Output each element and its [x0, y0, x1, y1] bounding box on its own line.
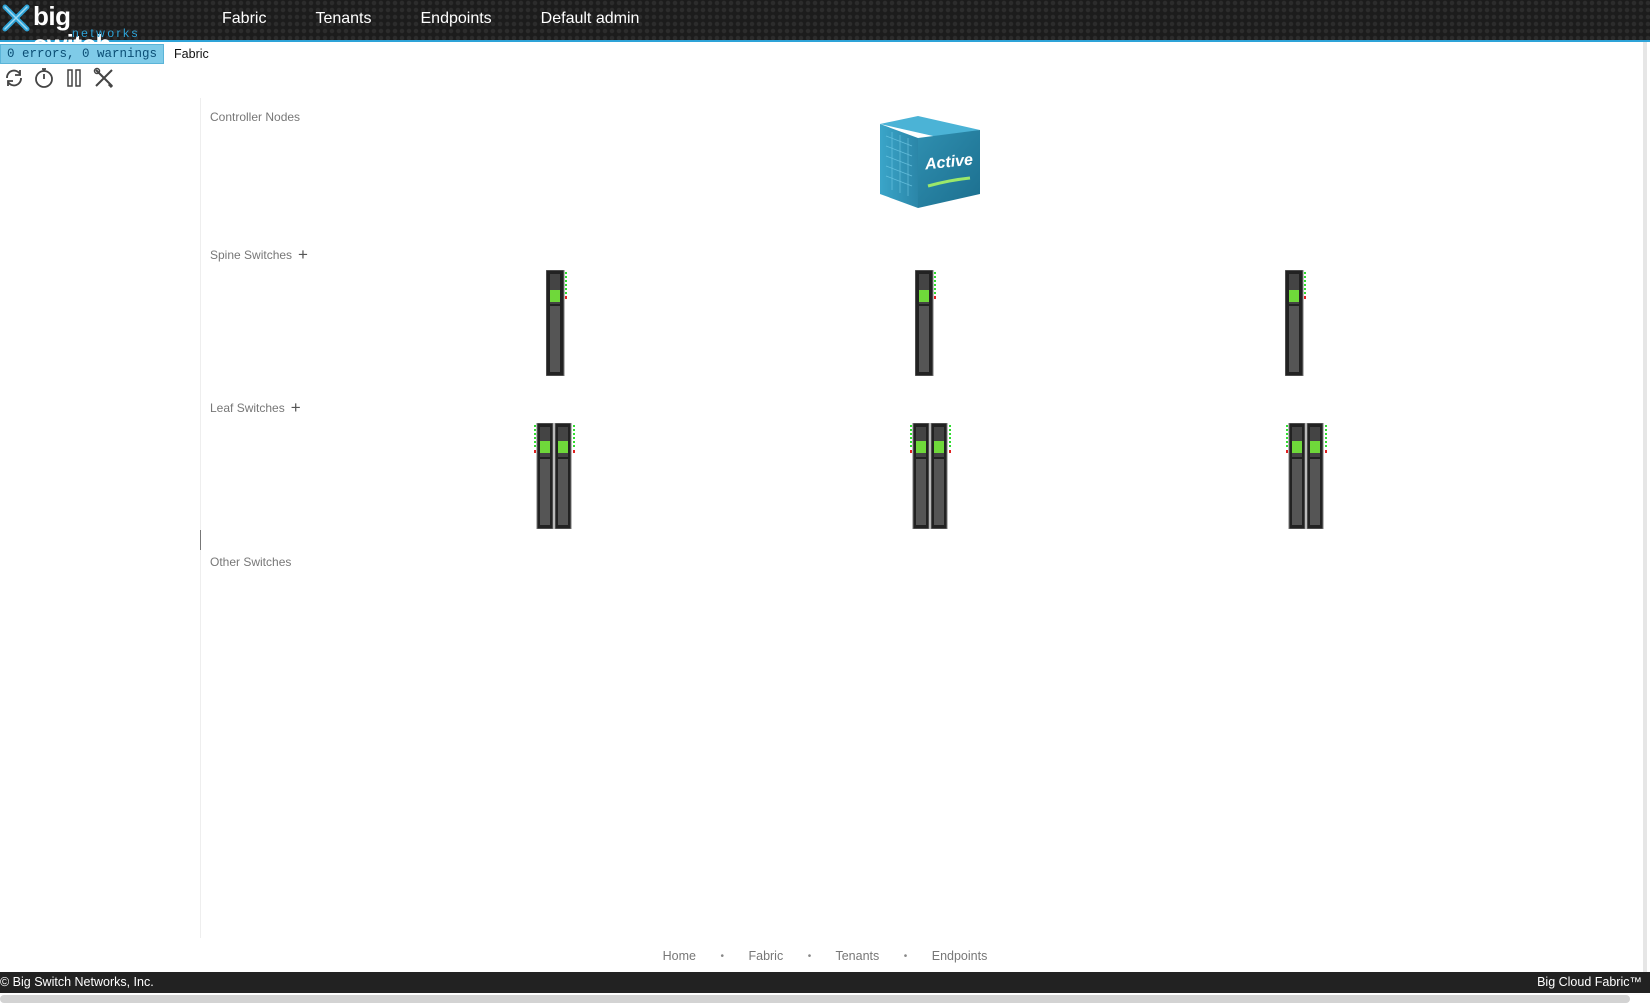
breadcrumb: Fabric — [174, 46, 209, 61]
pause-icon[interactable] — [62, 66, 86, 90]
footer-link-tenants[interactable]: Tenants — [835, 949, 879, 963]
status-badge[interactable]: 0 errors, 0 warnings — [0, 43, 165, 64]
footer-bar: © Big Switch Networks, Inc. Big Cloud Fa… — [0, 972, 1650, 993]
controller-nodes-label: Controller Nodes — [210, 110, 301, 124]
footer-link-home[interactable]: Home — [663, 949, 696, 963]
horizontal-scrollbar[interactable] — [0, 995, 1630, 1003]
vertical-scrollbar[interactable] — [1643, 42, 1647, 972]
leaf-switch-pair[interactable] — [909, 422, 953, 534]
leaf-switches-section: Leaf Switches + — [210, 399, 301, 416]
timer-icon[interactable] — [32, 66, 56, 90]
toolbar — [2, 66, 116, 90]
status-row: 0 errors, 0 warnings Fabric — [0, 43, 209, 64]
nav-user-menu[interactable]: Default admin — [541, 8, 640, 30]
spine-switches-section: Spine Switches + — [210, 246, 308, 263]
add-spine-switch-button[interactable]: + — [298, 246, 308, 263]
leaf-switch-pair[interactable] — [1285, 422, 1329, 534]
nav-tenants[interactable]: Tenants — [315, 8, 371, 30]
spine-switch[interactable] — [545, 269, 568, 381]
main-nav: Fabric Tenants Endpoints Default admin — [222, 8, 688, 30]
footer-separator: • — [720, 951, 724, 962]
product-name: Big Cloud Fabric™ — [1537, 975, 1642, 989]
logo-x-icon — [2, 4, 30, 32]
footer-links: Home • Fabric • Tenants • Endpoints — [0, 949, 1650, 963]
other-switches-section: Other Switches — [210, 555, 291, 569]
spine-switch[interactable] — [914, 269, 937, 381]
footer-separator: • — [903, 951, 908, 962]
spine-switches-label: Spine Switches — [210, 248, 293, 262]
footer-link-fabric[interactable]: Fabric — [748, 949, 783, 963]
controller-node[interactable]: Active — [878, 116, 982, 212]
bigswitch-logo[interactable]: big switch networks — [2, 2, 152, 58]
nav-endpoints[interactable]: Endpoints — [421, 8, 492, 30]
footer-separator: • — [807, 951, 812, 962]
logo-sub-text: networks — [72, 26, 141, 40]
add-leaf-switch-button[interactable]: + — [291, 399, 301, 416]
spine-switch[interactable] — [1284, 269, 1307, 381]
top-navbar: big switch networks Fabric Tenants Endpo… — [0, 0, 1650, 58]
nav-fabric[interactable]: Fabric — [222, 8, 266, 30]
leaf-switch-pair[interactable] — [533, 422, 577, 534]
resize-handle[interactable] — [200, 530, 201, 550]
content-divider — [200, 98, 201, 938]
other-switches-label: Other Switches — [210, 555, 292, 569]
controller-nodes-section: Controller Nodes — [210, 110, 300, 124]
leaf-switches-label: Leaf Switches — [210, 401, 285, 415]
footer-link-endpoints[interactable]: Endpoints — [932, 949, 988, 963]
tools-icon[interactable] — [92, 66, 116, 90]
refresh-icon[interactable] — [2, 66, 26, 90]
copyright-text: © Big Switch Networks, Inc. — [0, 975, 154, 989]
